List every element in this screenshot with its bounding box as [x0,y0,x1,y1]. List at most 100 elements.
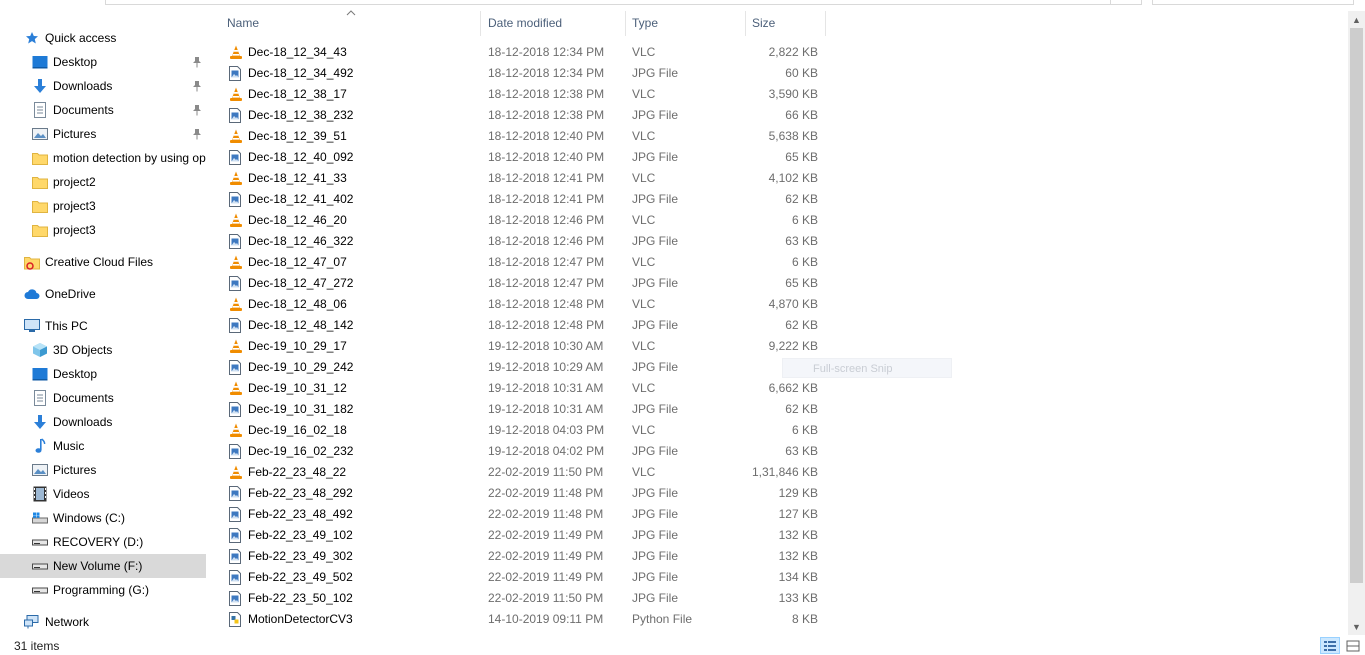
nav-item-project3[interactable]: project3 [0,194,206,218]
nav-item-windows-c[interactable]: Windows (C:) [0,506,206,530]
pin-icon[interactable] [192,80,202,92]
file-type: JPG File [632,108,679,122]
nav-item-network[interactable]: Network [0,610,206,634]
pin-icon[interactable] [192,56,202,68]
image-file-icon [229,444,243,459]
file-row[interactable]: Dec-19_10_29_242 19-12-2018 10:29 AM JPG F… [212,357,826,378]
nav-item-project3[interactable]: project3 [0,218,206,242]
pin-icon[interactable] [192,128,202,140]
nav-item-desktop[interactable]: Desktop [0,50,206,74]
file-row[interactable]: Dec-18_12_48_06 18-12-2018 12:48 PM VLC 4,8… [212,294,826,315]
nav-item-videos[interactable]: Videos [0,482,206,506]
file-row[interactable]: Dec-19_10_29_17 19-12-2018 10:30 AM VLC 9,2… [212,336,826,357]
nav-item-music[interactable]: Music [0,434,206,458]
file-size: 62 KB [785,318,818,332]
file-size: 66 KB [785,108,818,122]
file-type: VLC [632,45,656,59]
nav-item-label: Downloads [53,415,113,429]
vlc-cone-icon [229,423,243,438]
nav-item-label: Quick access [45,31,117,45]
nav-item-label: RECOVERY (D:) [53,535,144,549]
file-row[interactable]: Dec-18_12_38_17 18-12-2018 12:38 PM VLC 3,5… [212,84,826,105]
column-header-type[interactable]: Type [632,11,742,36]
file-row[interactable]: Dec-18_12_46_20 18-12-2018 12:46 PM VLC 6 K… [212,210,826,231]
file-row[interactable]: Dec-18_12_34_43 18-12-2018 12:34 PM VLC 2,8… [212,42,826,63]
column-divider[interactable] [480,11,481,36]
file-row[interactable]: Feb-22_23_50_102 22-02-2019 11:50 PM JPG F… [212,588,826,609]
file-row[interactable]: Feb-22_23_48_22 22-02-2019 11:50 PM VLC 1,3… [212,462,826,483]
folder-icon [32,174,48,190]
nav-item-project2[interactable]: project2 [0,170,206,194]
file-date-modified: 18-12-2018 12:34 PM [488,45,605,59]
column-divider[interactable] [745,11,746,36]
search-box[interactable] [1152,0,1354,5]
file-size: 134 KB [778,570,818,584]
file-row[interactable]: Dec-18_12_47_272 18-12-2018 12:47 PM JPG F… [212,273,826,294]
nav-item-documents[interactable]: Documents [0,98,206,122]
drive-icon [32,534,48,550]
nav-item-this-pc[interactable]: This PC [0,314,206,338]
vertical-scrollbar[interactable]: ▲ ▼ [1348,11,1365,635]
file-row[interactable]: Feb-22_23_49_302 22-02-2019 11:49 PM JPG F… [212,546,826,567]
file-row[interactable]: Feb-22_23_48_292 22-02-2019 11:48 PM JPG F… [212,483,826,504]
file-row[interactable]: Dec-19_16_02_18 19-12-2018 04:03 PM VLC 6 K… [212,420,826,441]
file-row[interactable]: Dec-18_12_48_142 18-12-2018 12:48 PM JPG F… [212,315,826,336]
star-icon [24,30,40,46]
scroll-down-icon[interactable]: ▼ [1348,618,1365,635]
nav-item-3d-objects[interactable]: 3D Objects [0,338,206,362]
file-row[interactable]: MotionDetectorCV3 14-10-2019 09:11 PM Pyth… [212,609,826,630]
nav-item-motion-detection-by-using-opencv[interactable]: motion detection by using opencv [0,146,206,170]
file-name: Dec-18_12_38_232 [248,108,354,122]
nav-item-label: project3 [53,199,96,213]
file-size: 62 KB [785,402,818,416]
file-row[interactable]: Feb-22_23_49_102 22-02-2019 11:49 PM JPG F… [212,525,826,546]
nav-item-downloads[interactable]: Downloads [0,74,206,98]
nav-item-downloads[interactable]: Downloads [0,410,206,434]
nav-item-quick-access[interactable]: Quick access [0,26,206,50]
file-row[interactable]: Dec-19_10_31_12 19-12-2018 10:31 AM VLC 6,6… [212,378,826,399]
file-row[interactable]: Dec-18_12_40_092 18-12-2018 12:40 PM JPG F… [212,147,826,168]
column-header-date[interactable]: Date modified [488,11,618,36]
file-date-modified: 18-12-2018 12:48 PM [488,297,605,311]
scrollbar-thumb[interactable] [1350,28,1363,583]
file-type: JPG File [632,360,679,374]
file-row[interactable]: Dec-19_10_31_182 19-12-2018 10:31 AM JPG F… [212,399,826,420]
file-date-modified: 19-12-2018 10:31 AM [488,402,604,416]
large-icons-view-button[interactable] [1343,637,1363,654]
address-bar[interactable] [105,0,1142,5]
column-header-size[interactable]: Size [752,11,822,36]
file-row[interactable]: Dec-18_12_41_33 18-12-2018 12:41 PM VLC 4,1… [212,168,826,189]
file-row[interactable]: Feb-22_23_48_492 22-02-2019 11:48 PM JPG F… [212,504,826,525]
nav-item-programming-g[interactable]: Programming (G:) [0,578,206,602]
column-divider[interactable] [825,11,826,36]
nav-item-recovery-d[interactable]: RECOVERY (D:) [0,530,206,554]
file-row[interactable]: Feb-22_23_49_502 22-02-2019 11:49 PM JPG F… [212,567,826,588]
image-file-icon [229,66,243,81]
file-type: VLC [632,297,656,311]
nav-item-documents[interactable]: Documents [0,386,206,410]
nav-item-onedrive[interactable]: OneDrive [0,282,206,306]
nav-item-label: Documents [53,391,114,405]
file-row[interactable]: Dec-18_12_39_51 18-12-2018 12:40 PM VLC 5,6… [212,126,826,147]
nav-item-label: Downloads [53,79,113,93]
column-divider[interactable] [625,11,626,36]
pin-icon[interactable] [192,104,202,116]
file-row[interactable]: Dec-18_12_46_322 18-12-2018 12:46 PM JPG F… [212,231,826,252]
file-row[interactable]: Dec-18_12_34_492 18-12-2018 12:34 PM JPG F… [212,63,826,84]
nav-item-pictures[interactable]: Pictures [0,458,206,482]
file-row[interactable]: Dec-18_12_47_07 18-12-2018 12:47 PM VLC 6 K… [212,252,826,273]
file-name: Dec-18_12_41_33 [248,171,347,185]
file-row[interactable]: Dec-18_12_41_402 18-12-2018 12:41 PM JPG F… [212,189,826,210]
nav-item-label: Desktop [53,55,98,69]
nav-item-label: Documents [53,103,114,117]
column-header-name[interactable]: Name [227,11,477,36]
nav-item-desktop[interactable]: Desktop [0,362,206,386]
nav-item-label: 3D Objects [53,343,113,357]
nav-item-new-volume-f[interactable]: New Volume (F:) [0,554,206,578]
scroll-up-icon[interactable]: ▲ [1348,11,1365,28]
file-row[interactable]: Dec-19_16_02_232 19-12-2018 04:02 PM JPG F… [212,441,826,462]
file-row[interactable]: Dec-18_12_38_232 18-12-2018 12:38 PM JPG F… [212,105,826,126]
nav-item-pictures[interactable]: Pictures [0,122,206,146]
details-view-button[interactable] [1320,637,1340,654]
nav-item-creative-cloud-files[interactable]: Creative Cloud Files [0,250,206,274]
